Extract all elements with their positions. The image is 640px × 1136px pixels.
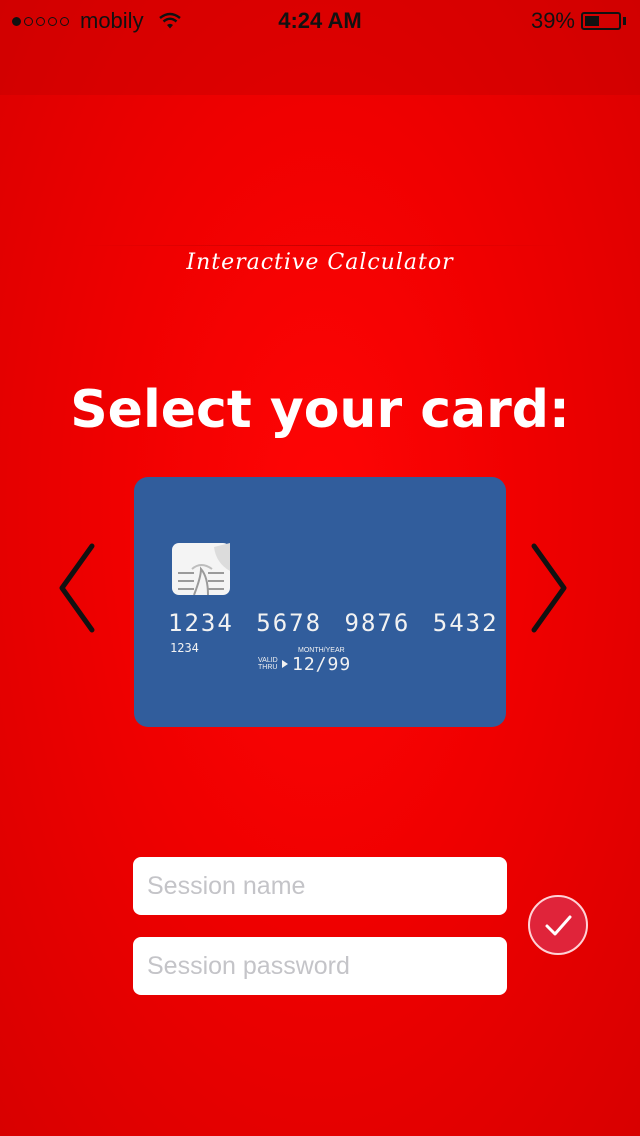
card-chip-icon [172,543,230,595]
battery-percent: 39% [530,8,575,33]
card-valid-thru-label: VALID THRU [258,657,278,671]
submit-button[interactable] [528,895,588,955]
card-expiry: 12/99 [292,654,352,675]
session-name-input[interactable] [133,857,507,915]
app-title: Interactive Calculator [186,250,454,275]
status-bar: mobily 4:24 AM 39% [0,0,640,40]
card-month-year-label: MONTH/YEAR [298,647,345,654]
header-divider [80,245,560,246]
battery-level [585,16,600,26]
page-heading: Select your card: [70,380,570,440]
card-sub-number: 1234 [170,641,199,655]
checkmark-icon [545,915,572,936]
valid-thru-arrow-icon [282,660,288,668]
chevron-right-icon[interactable] [524,540,574,636]
battery-nub [623,17,626,25]
battery-icon [581,12,621,30]
status-right: 39% [531,8,626,34]
chevron-left-icon[interactable] [52,540,102,636]
card-number: 1234 5678 9876 5432 [168,609,499,637]
session-password-input[interactable] [133,937,507,995]
credit-card[interactable]: 1234 5678 9876 5432 1234 MONTH/YEAR VALI… [134,477,506,727]
